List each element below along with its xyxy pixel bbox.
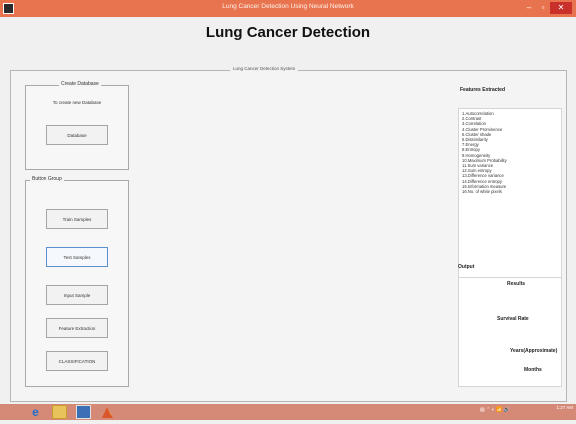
- system-tray-icons[interactable]: ▤ ⌃ ◐ 📶 🔊: [480, 407, 510, 413]
- window-title: Lung Cancer Detection Using Neural Netwo…: [222, 3, 354, 10]
- input-sample-button[interactable]: Input Sample: [46, 285, 108, 305]
- output-panel: [458, 277, 562, 387]
- output-title: Output: [458, 264, 475, 270]
- train-samples-button[interactable]: Train Samples: [46, 209, 108, 229]
- months-label: Months: [524, 367, 542, 373]
- results-label: Results: [507, 281, 526, 287]
- create-database-label: Create Database: [59, 81, 101, 87]
- main-panel-title: Lung Cancer Detection System: [230, 66, 299, 71]
- survival-rate-label: Survival Rate: [497, 316, 529, 322]
- minimize-button[interactable]: –: [522, 2, 536, 14]
- file-explorer-icon[interactable]: [52, 405, 67, 419]
- feature-list-item[interactable]: 16.No. of white pixels: [462, 189, 558, 194]
- word-icon[interactable]: [76, 405, 91, 419]
- feature-extraction-button[interactable]: Feature Extraction: [46, 318, 108, 338]
- page-title: Lung Cancer Detection: [205, 24, 371, 41]
- features-listbox[interactable]: 1.Autocorrelation 2.Contrast 3.Correlation…: [458, 108, 562, 278]
- years-label: Years(Approximate): [510, 348, 558, 354]
- database-button[interactable]: Database: [46, 125, 108, 145]
- test-samples-button[interactable]: Test Samples: [46, 247, 108, 267]
- button-group-label: Button Group: [30, 176, 64, 182]
- create-database-caption: To create new Database: [52, 100, 102, 105]
- classification-button[interactable]: CLASSIFICATION: [46, 351, 108, 371]
- taskbar-clock[interactable]: 1:27 AM: [553, 405, 573, 410]
- matlab-icon[interactable]: [100, 405, 115, 419]
- features-extracted-title: Features Extracted: [460, 87, 506, 93]
- close-button[interactable]: ✕: [550, 2, 572, 14]
- maximize-button[interactable]: ▫: [536, 2, 550, 14]
- internet-explorer-icon[interactable]: e: [28, 405, 43, 419]
